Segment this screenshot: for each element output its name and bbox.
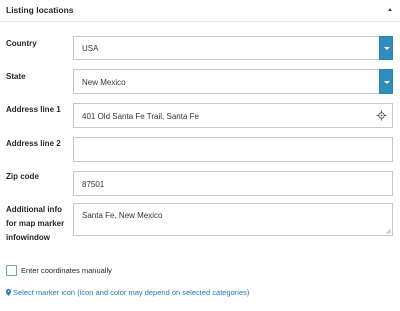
listing-locations-panel: Listing locations Country USA State New … [0, 0, 400, 311]
triangle-up-icon[interactable] [388, 8, 392, 11]
country-dropdown-button[interactable] [379, 36, 393, 60]
select-marker-icon-link[interactable]: Select marker icon (icon and color may d… [6, 288, 249, 297]
address1-label: Address line 1 [6, 105, 61, 114]
enter-coordinates-checkbox[interactable] [6, 265, 17, 276]
panel-title: Listing locations [6, 5, 74, 15]
select-marker-icon-text: Select marker icon (icon and color may d… [13, 288, 250, 297]
additional-info-label: Additional info for map marker infowindo… [6, 205, 65, 242]
address1-value: 401 Old Santa Fe Trail, Santa Fe [82, 112, 199, 121]
panel-header[interactable]: Listing locations [0, 0, 400, 22]
country-label: Country [6, 39, 37, 48]
state-value: New Mexico [82, 78, 126, 87]
address1-input[interactable]: 401 Old Santa Fe Trail, Santa Fe [73, 103, 393, 128]
address2-label: Address line 2 [6, 139, 61, 148]
zip-value: 87501 [82, 180, 105, 189]
country-value: USA [82, 44, 99, 53]
country-select[interactable]: USA [73, 36, 393, 60]
state-dropdown-button[interactable] [379, 69, 393, 94]
zip-input[interactable]: 87501 [73, 171, 393, 196]
additional-info-value: Santa Fe, New Mexico [82, 211, 163, 220]
chevron-down-icon [384, 47, 390, 50]
chevron-down-icon [384, 80, 390, 84]
state-select[interactable]: New Mexico [73, 69, 393, 94]
map-pin-icon [6, 289, 11, 296]
address2-input[interactable] [73, 137, 393, 162]
enter-coordinates-label[interactable]: Enter coordinates manually [21, 266, 112, 275]
crosshair-locate-icon[interactable] [376, 110, 387, 121]
zip-label: Zip code [6, 172, 39, 181]
resize-grip-icon[interactable] [386, 229, 391, 234]
additional-info-textarea[interactable]: Santa Fe, New Mexico [73, 203, 393, 236]
state-label: State [6, 72, 26, 81]
